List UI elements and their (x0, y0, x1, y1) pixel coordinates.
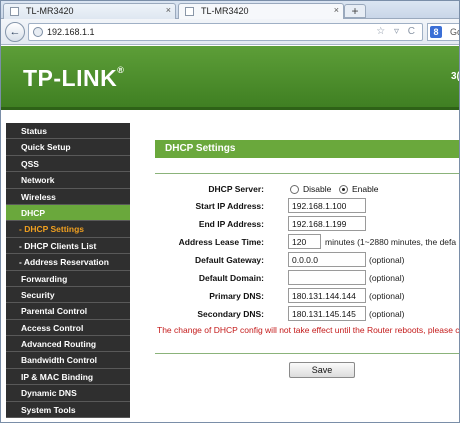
sidebar-item-dhcp-settings[interactable]: - DHCP Settings (6, 221, 130, 238)
sidebar-item-address-reservation[interactable]: - Address Reservation (6, 254, 130, 271)
bookmark-reload-icons[interactable]: ☆ ▿ C (376, 26, 418, 37)
tab-title: TL-MR3420 (26, 6, 74, 16)
dhcp-enable-radio[interactable] (339, 185, 348, 194)
start-ip-input[interactable]: 192.168.1.100 (288, 198, 366, 213)
end-ip-row: End IP Address: 192.168.1.199 (132, 216, 459, 232)
sidebar-item-qss[interactable]: QSS (6, 155, 130, 173)
browser-tab-1[interactable]: TL-MR3420 × (3, 3, 176, 19)
sidebar-item-security[interactable]: Security (6, 286, 130, 304)
sidebar-item-dhcp[interactable]: DHCP (6, 204, 130, 222)
default-gateway-row: Default Gateway: 0.0.0.0 (optional) (132, 252, 459, 268)
sidebar-item-advanced-routing[interactable]: Advanced Routing (6, 336, 130, 353)
navigation-bar: ← 192.168.1.1 ☆ ▿ C 8 Goo (1, 19, 459, 45)
start-ip-row: Start IP Address: 192.168.1.100 (132, 198, 459, 214)
sidebar-item-bandwidth-control[interactable]: Bandwidth Control (6, 352, 130, 369)
dhcp-enable-label: Enable (352, 184, 379, 194)
sidebar-item-system-tools[interactable]: System Tools (6, 401, 130, 419)
primary-dns-input[interactable]: 180.131.144.144 (288, 288, 366, 303)
main-content: DHCP Settings DHCP Server: Disable Enabl… (132, 110, 460, 422)
tab-bar: TL-MR3420 × TL-MR3420 × + (1, 1, 459, 19)
save-button[interactable]: Save (289, 362, 355, 378)
model-number: 3( (451, 71, 460, 82)
optional-note: (optional) (369, 291, 405, 301)
end-ip-input[interactable]: 192.168.1.199 (288, 216, 366, 231)
default-gateway-input[interactable]: 0.0.0.0 (288, 252, 366, 267)
default-domain-label: Default Domain: (198, 273, 264, 283)
sidebar-item-dynamic-dns[interactable]: Dynamic DNS (6, 385, 130, 402)
browser-tab-2[interactable]: TL-MR3420 × (178, 3, 344, 19)
dhcp-disable-label: Disable (303, 184, 332, 194)
tp-link-logo: TP-LINK® (23, 65, 125, 91)
sidebar-item-forwarding[interactable]: Forwarding (6, 270, 130, 287)
tab-title: TL-MR3420 (201, 6, 249, 16)
primary-dns-row: Primary DNS: 180.131.144.144 (optional) (132, 288, 459, 304)
page-icon (185, 7, 194, 16)
secondary-dns-input[interactable]: 180.131.145.145 (288, 306, 366, 321)
end-ip-label: End IP Address: (198, 219, 264, 229)
url-text: 192.168.1.1 (47, 27, 95, 37)
reboot-warning-text: The change of DHCP config will not take … (157, 325, 460, 335)
sidebar-menu: Status Quick Setup QSS Network Wireless DHCP -… (6, 123, 130, 419)
sidebar-item-dhcp-clients-list[interactable]: - DHCP Clients List (6, 237, 130, 255)
sidebar-item-wireless[interactable]: Wireless (6, 188, 130, 205)
page-title: DHCP Settings (155, 140, 459, 158)
search-engine-name: Goo (450, 27, 459, 37)
default-gateway-label: Default Gateway: (195, 255, 264, 265)
sidebar-item-network[interactable]: Network (6, 172, 130, 189)
lease-time-note: minutes (1~2880 minutes, the defa (325, 237, 457, 247)
close-tab-icon[interactable]: × (334, 5, 339, 15)
new-tab-button[interactable]: + (344, 4, 366, 18)
sidebar-item-ip-and-mac-binding[interactable]: IP & MAC Binding (6, 368, 130, 386)
globe-icon (33, 27, 43, 37)
default-domain-input[interactable] (288, 270, 366, 285)
section-divider (155, 173, 459, 174)
search-box[interactable]: 8 Goo (427, 23, 459, 41)
optional-note: (optional) (369, 309, 405, 319)
lease-time-row: Address Lease Time: 120 minutes (1~2880 … (132, 234, 459, 250)
dhcp-server-label: DHCP Server: (208, 184, 264, 194)
secondary-dns-label: Secondary DNS: (197, 309, 264, 319)
secondary-dns-row: Secondary DNS: 180.131.145.145 (optional… (132, 306, 459, 322)
optional-note: (optional) (369, 273, 405, 283)
close-tab-icon[interactable]: × (166, 5, 171, 15)
section-divider (155, 353, 459, 354)
browser-window: TL-MR3420 × TL-MR3420 × + ← 192.168.1.1 … (0, 0, 460, 423)
dhcp-disable-radio[interactable] (290, 185, 299, 194)
sidebar-item-quick-setup[interactable]: Quick Setup (6, 139, 130, 156)
address-bar[interactable]: 192.168.1.1 ☆ ▿ C (28, 23, 423, 41)
primary-dns-label: Primary DNS: (209, 291, 264, 301)
default-domain-row: Default Domain: (optional) (132, 270, 459, 286)
sidebar-item-access-control[interactable]: Access Control (6, 319, 130, 337)
search-engine-icon[interactable]: 8 (430, 26, 442, 38)
page-icon (10, 7, 19, 16)
sidebar-item-status[interactable]: Status (6, 123, 130, 140)
back-button[interactable]: ← (5, 22, 25, 42)
sidebar-item-parental-control[interactable]: Parental Control (6, 303, 130, 320)
start-ip-label: Start IP Address: (195, 201, 265, 211)
lease-time-label: Address Lease Time: (178, 237, 264, 247)
optional-note: (optional) (369, 255, 405, 265)
dhcp-server-row: DHCP Server: Disable Enable (132, 181, 459, 197)
lease-time-input[interactable]: 120 (288, 234, 321, 249)
